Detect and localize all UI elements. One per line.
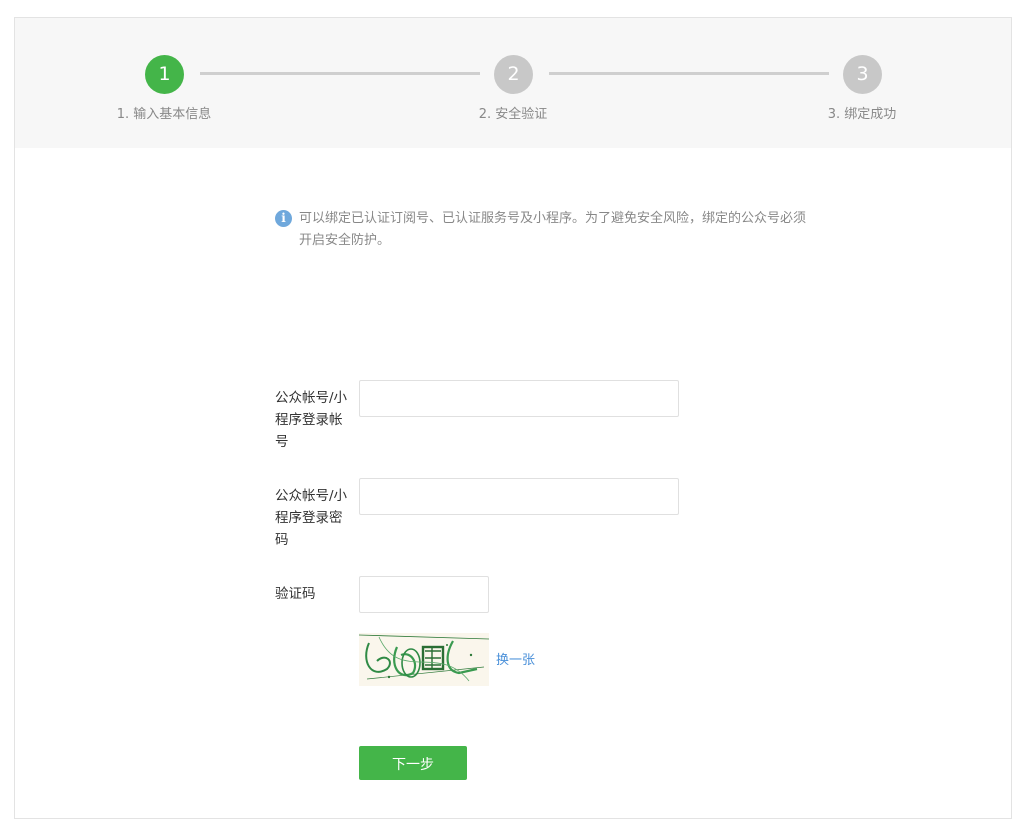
captcha-image[interactable] — [359, 633, 489, 686]
refresh-captcha-link[interactable]: 换一张 — [496, 649, 535, 668]
password-label: 公众帐号/小程序登录密码 — [275, 488, 348, 548]
notice-text: 可以绑定已认证订阅号、已认证服务号及小程序。为了避免安全风险，绑定的公众号必须开… — [299, 211, 807, 248]
bind-account-card: 1 2 3 1. 输入基本信息 2. 安全验证 3. 绑定成功 i 可以绑定已认… — [14, 17, 1012, 819]
account-label: 公众帐号/小程序登录帐号 — [275, 390, 348, 450]
step-2-label: 2. 安全验证 — [478, 107, 548, 122]
step-3-label: 3. 绑定成功 — [827, 107, 897, 122]
next-step-button[interactable]: 下一步 — [359, 746, 467, 780]
captcha-input[interactable] — [359, 576, 489, 613]
info-icon: i — [275, 210, 292, 227]
step-connector-1-2 — [200, 72, 480, 75]
account-input[interactable] — [359, 380, 679, 417]
step-connector-2-3 — [549, 72, 829, 75]
step-2-circle: 2 — [494, 55, 533, 94]
captcha-label: 验证码 — [275, 586, 316, 602]
captcha-noise-graphic — [359, 634, 489, 682]
step-progress-bar: 1 2 3 1. 输入基本信息 2. 安全验证 3. 绑定成功 — [15, 18, 1011, 148]
step-1-circle: 1 — [145, 55, 184, 94]
step-1-label: 1. 输入基本信息 — [116, 107, 212, 122]
step-3-circle: 3 — [843, 55, 882, 94]
password-input[interactable] — [359, 478, 679, 515]
